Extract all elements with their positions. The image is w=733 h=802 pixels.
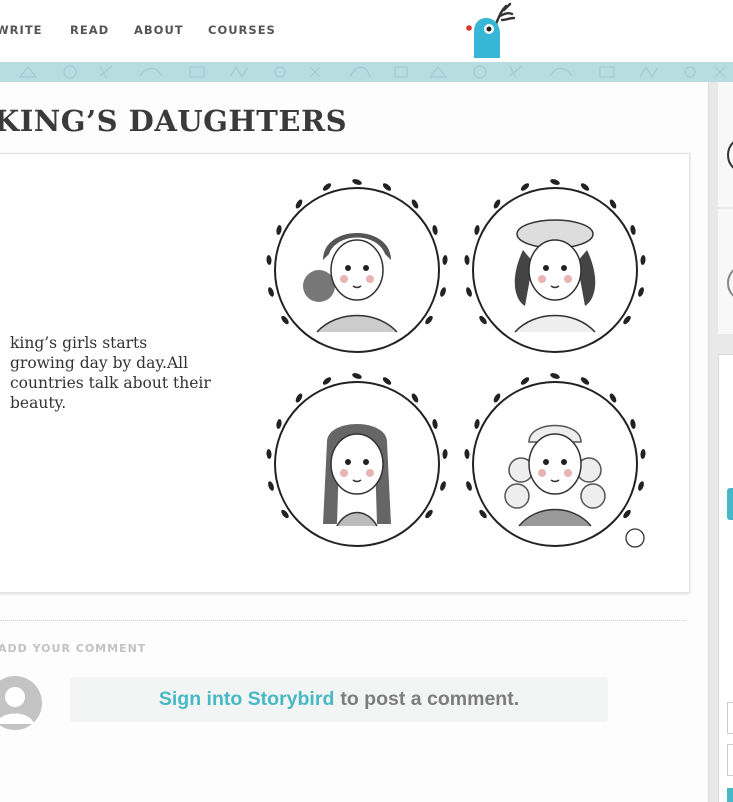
sidebar-input-2[interactable] (727, 744, 733, 776)
story-text: king’s girls starts growing day by day.A… (10, 334, 211, 412)
page-title: KING’S DAUGHTERS (0, 104, 348, 138)
user-avatar-icon (0, 676, 42, 730)
sidebar-submit-button[interactable] (727, 788, 733, 802)
signin-prompt-box: Sign into Storybird to post a comment. (70, 677, 608, 722)
nav-courses[interactable]: COURSES (208, 23, 276, 37)
sidebar-input-1[interactable] (727, 702, 733, 734)
signin-prompt-text: to post a comment. (340, 688, 520, 710)
nav-about[interactable]: ABOUT (134, 23, 184, 37)
right-sidebar (708, 82, 733, 802)
storybird-logo-icon[interactable] (462, 2, 518, 60)
signin-link[interactable]: Sign into Storybird (159, 688, 335, 711)
nav-read[interactable]: READ (70, 23, 109, 37)
top-navigation-bar: WRITE READ ABOUT COURSES (0, 0, 733, 63)
decorative-pattern-strip (0, 62, 733, 82)
sidebar-panel-signup (718, 354, 733, 802)
sidebar-signup-button[interactable] (727, 488, 733, 520)
nav-write[interactable]: WRITE (0, 23, 43, 37)
add-comment-label: ADD YOUR COMMENT (0, 642, 147, 655)
princesses-illustration (265, 178, 647, 548)
comments-divider (0, 620, 686, 621)
